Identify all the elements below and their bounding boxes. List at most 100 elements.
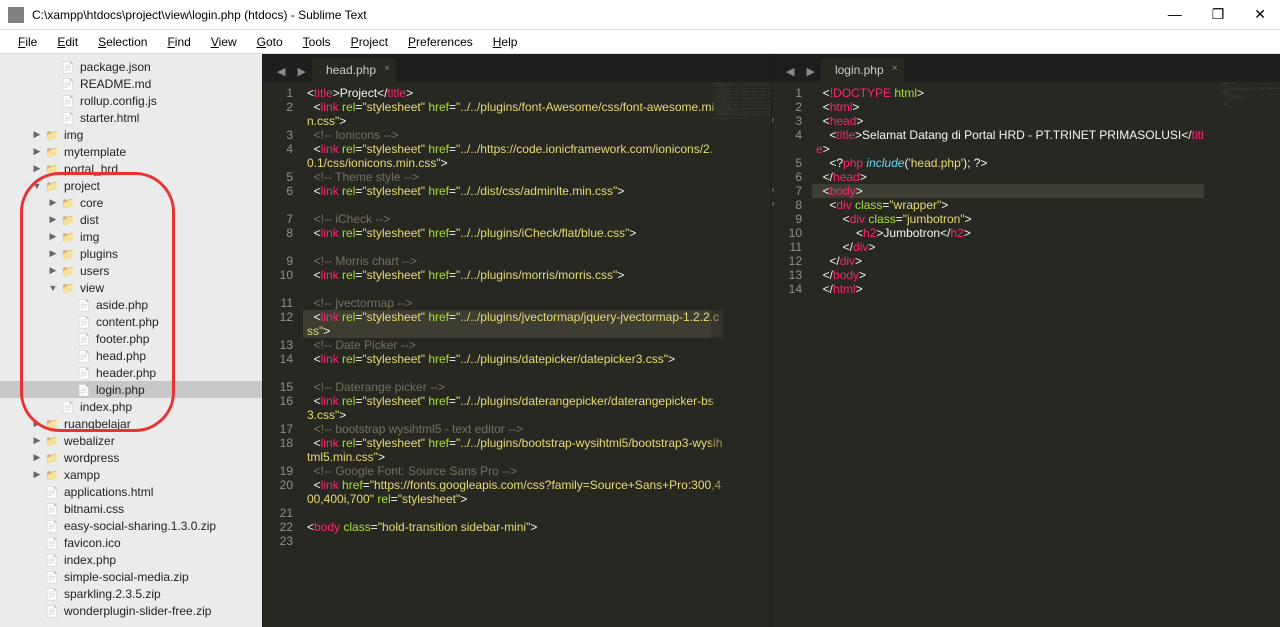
expand-arrow-icon[interactable] <box>32 129 42 140</box>
tab-label: login.php <box>835 63 884 77</box>
menu-view[interactable]: View <box>201 35 247 49</box>
minimap[interactable]: <title>Project</title> <link rel="styles… <box>711 82 771 627</box>
tree-item-portal-hrd[interactable]: portal_hrd <box>0 160 262 177</box>
folder-icon <box>45 128 61 142</box>
tree-item-head-php[interactable]: head.php <box>0 347 262 364</box>
file-icon <box>45 553 61 567</box>
file-icon <box>61 77 77 91</box>
tree-item-easy-social-sharing-1-3-0-zip[interactable]: easy-social-sharing.1.3.0.zip <box>0 517 262 534</box>
expand-arrow-icon[interactable] <box>48 248 58 259</box>
tree-item-mytemplate[interactable]: mytemplate <box>0 143 262 160</box>
tab-login-php[interactable]: login.php × <box>821 58 904 82</box>
tree-label: img <box>80 230 99 244</box>
tree-item-readme-md[interactable]: README.md <box>0 75 262 92</box>
folder-icon <box>45 417 61 431</box>
close-icon[interactable]: × <box>384 63 390 74</box>
tree-item-ruangbelajar[interactable]: ruangbelajar <box>0 415 262 432</box>
menu-project[interactable]: Project <box>341 35 398 49</box>
tree-item-sparkling-2-3-5-zip[interactable]: sparkling.2.3.5.zip <box>0 585 262 602</box>
code-area-2[interactable]: 123▼4567▼8▼91011121314 <!DOCTYPE html> <… <box>772 82 1280 627</box>
tree-label: ruangbelajar <box>64 417 131 431</box>
tree-item-bitnami-css[interactable]: bitnami.css <box>0 500 262 517</box>
menu-goto[interactable]: Goto <box>247 35 293 49</box>
tree-item-simple-social-media-zip[interactable]: simple-social-media.zip <box>0 568 262 585</box>
tree-item-wordpress[interactable]: wordpress <box>0 449 262 466</box>
tree-item-wonderplugin-slider-free-zip[interactable]: wonderplugin-slider-free.zip <box>0 602 262 619</box>
menu-find[interactable]: Find <box>157 35 200 49</box>
tree-item-applications-html[interactable]: applications.html <box>0 483 262 500</box>
expand-arrow-icon[interactable] <box>32 469 42 480</box>
tree-item-index-php[interactable]: index.php <box>0 398 262 415</box>
tree-item-package-json[interactable]: package.json <box>0 58 262 75</box>
expand-arrow-icon[interactable] <box>32 452 42 463</box>
tree-item-starter-html[interactable]: starter.html <box>0 109 262 126</box>
expand-arrow-icon[interactable] <box>32 181 42 191</box>
tree-item-project[interactable]: project <box>0 177 262 194</box>
tab-head-php[interactable]: head.php × <box>312 58 396 82</box>
menubar: FileEditSelectionFindViewGotoToolsProjec… <box>0 30 1280 54</box>
tab-prev-icon[interactable]: ◀ <box>271 61 291 82</box>
tree-item-webalizer[interactable]: webalizer <box>0 432 262 449</box>
file-icon <box>77 298 93 312</box>
tab-next-icon[interactable]: ▶ <box>800 61 820 82</box>
tab-next-icon[interactable]: ▶ <box>291 61 311 82</box>
expand-arrow-icon[interactable] <box>32 435 42 446</box>
folder-icon <box>61 230 77 244</box>
file-icon <box>45 502 61 516</box>
tree-label: sparkling.2.3.5.zip <box>64 587 161 601</box>
tree-item-img[interactable]: img <box>0 228 262 245</box>
folder-icon <box>61 247 77 261</box>
tree-label: portal_hrd <box>64 162 118 176</box>
close-button[interactable]: ✕ <box>1248 6 1272 23</box>
tree-item-xampp[interactable]: xampp <box>0 466 262 483</box>
tree-item-core[interactable]: core <box>0 194 262 211</box>
tree-item-content-php[interactable]: content.php <box>0 313 262 330</box>
file-icon <box>45 536 61 550</box>
minimize-button[interactable]: — <box>1162 6 1188 23</box>
tree-item-img[interactable]: img <box>0 126 262 143</box>
tree-label: header.php <box>96 366 156 380</box>
expand-arrow-icon[interactable] <box>48 214 58 225</box>
editor-pane-1[interactable]: ◀ ▶ head.php × 1234567891011121314151617… <box>262 54 771 627</box>
code-area-1[interactable]: 1234567891011121314151617181920212223 <t… <box>263 82 771 627</box>
expand-arrow-icon[interactable] <box>32 163 42 174</box>
tree-item-favicon-ico[interactable]: favicon.ico <box>0 534 262 551</box>
tree-item-view[interactable]: view <box>0 279 262 296</box>
folder-icon <box>45 179 61 193</box>
expand-arrow-icon[interactable] <box>48 231 58 242</box>
maximize-button[interactable]: ❐ <box>1206 6 1231 23</box>
tree-item-rollup-config-js[interactable]: rollup.config.js <box>0 92 262 109</box>
tree-item-index-php[interactable]: index.php <box>0 551 262 568</box>
code[interactable]: <title>Project</title> <link rel="styles… <box>303 82 771 627</box>
expand-arrow-icon[interactable] <box>48 197 58 208</box>
sidebar[interactable]: package.jsonREADME.mdrollup.config.jssta… <box>0 54 262 627</box>
expand-arrow-icon[interactable] <box>48 283 58 293</box>
tree-item-footer-php[interactable]: footer.php <box>0 330 262 347</box>
folder-icon <box>61 264 77 278</box>
gutter: 1234567891011121314151617181920212223 <box>263 82 303 627</box>
file-icon <box>61 111 77 125</box>
minimap[interactable]: <!DOCTYPE html> <html> <head> <title>Sel… <box>1220 82 1280 627</box>
menu-edit[interactable]: Edit <box>47 35 88 49</box>
expand-arrow-icon[interactable] <box>32 418 42 429</box>
tree-item-login-php[interactable]: login.php <box>0 381 262 398</box>
editor-pane-2[interactable]: ◀ ▶ login.php × 123▼4567▼8▼91011121314 <… <box>771 54 1280 627</box>
menu-selection[interactable]: Selection <box>88 35 157 49</box>
close-icon[interactable]: × <box>892 63 898 74</box>
tree-item-header-php[interactable]: header.php <box>0 364 262 381</box>
code[interactable]: <!DOCTYPE html> <html> <head> <title>Sel… <box>812 82 1280 627</box>
tab-prev-icon[interactable]: ◀ <box>780 61 800 82</box>
menu-file[interactable]: File <box>8 35 47 49</box>
tree-label: easy-social-sharing.1.3.0.zip <box>64 519 216 533</box>
tree-item-dist[interactable]: dist <box>0 211 262 228</box>
menu-help[interactable]: Help <box>483 35 528 49</box>
tree-item-aside-php[interactable]: aside.php <box>0 296 262 313</box>
tree-item-plugins[interactable]: plugins <box>0 245 262 262</box>
folder-icon <box>45 434 61 448</box>
tree-item-users[interactable]: users <box>0 262 262 279</box>
expand-arrow-icon[interactable] <box>32 146 42 157</box>
menu-preferences[interactable]: Preferences <box>398 35 483 49</box>
expand-arrow-icon[interactable] <box>48 265 58 276</box>
menu-tools[interactable]: Tools <box>293 35 341 49</box>
file-icon <box>77 315 93 329</box>
